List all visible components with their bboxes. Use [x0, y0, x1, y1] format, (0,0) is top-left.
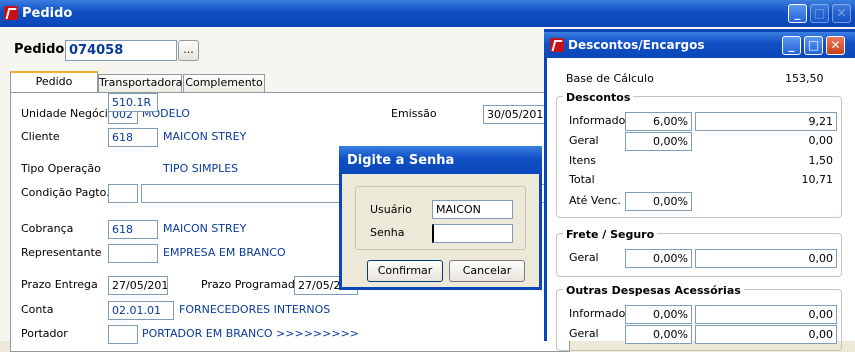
prazo-entrega-label: Prazo Entrega [21, 278, 98, 291]
password-dialog-title: Digite a Senha [347, 153, 455, 168]
main-window-title: Pedido [22, 6, 73, 21]
discounts-close-button[interactable]: ✕ [826, 36, 845, 55]
cancel-button[interactable]: Cancelar [449, 260, 525, 282]
tab-transportadora[interactable]: Transportadora [98, 74, 182, 92]
representante-label: Representante [21, 246, 102, 259]
discounts-maximize-button[interactable]: □ [804, 36, 823, 55]
desc-itens-label: Itens [569, 154, 597, 167]
prazo-entrega-field[interactable]: 27/05/2011 [108, 276, 168, 295]
cobranca-code-field[interactable]: 618 [108, 220, 158, 239]
emissao-label: Emissão [391, 107, 437, 120]
cobranca-name: MAICON STREY [163, 222, 247, 235]
prazo-programado-label: Prazo Programado [201, 278, 302, 291]
outras-geral-value-field[interactable]: 0,00 [695, 325, 837, 344]
desc-total-value: 10,71 [801, 173, 834, 186]
maximize-button: □ [810, 4, 829, 23]
condicao-pagto-code-field[interactable] [108, 184, 138, 203]
portador-name: PORTADOR EM BRANCO >>>>>>>>> [142, 327, 360, 340]
frete-geral-value-field[interactable]: 0,00 [695, 249, 837, 268]
desc-ate-venc-pct-field[interactable]: 0,00% [625, 192, 692, 211]
desc-geral-label: Geral [569, 134, 599, 147]
representante-name: EMPRESA EM BRANCO [163, 246, 286, 259]
discounts-window: Descontos/Encargos _ □ ✕ Base de Cálculo… [544, 29, 855, 351]
password-dialog: Digite a Senha Usuário MAICON Senha Conf… [339, 146, 542, 290]
usuario-label: Usuário [370, 203, 412, 216]
base-calculo-label: Base de Cálculo [566, 72, 654, 85]
pedido-lookup-button[interactable]: ... [178, 40, 199, 61]
tab-pedido[interactable]: Pedido [10, 71, 98, 93]
desc-informado-label: Informado [569, 114, 626, 127]
frete-title: Frete / Seguro [563, 228, 658, 242]
base-calculo-value: 153,50 [785, 72, 824, 85]
cliente-label: Cliente [21, 130, 60, 143]
frete-group: Frete / Seguro Geral 0,00% 0,00 [556, 228, 842, 277]
senha-label: Senha [370, 226, 405, 239]
pedido-number-field[interactable]: 074058 [65, 40, 177, 61]
descontos-group: Descontos Informado 6,00% 9,21 Geral 0,0… [556, 91, 842, 218]
discounts-title-bar[interactable]: Descontos/Encargos _ □ ✕ [544, 32, 855, 58]
tipo-operacao-name: TIPO SIMPLES [163, 162, 239, 175]
conta-label: Conta [21, 303, 54, 316]
app-icon [4, 6, 18, 20]
outras-despesas-title: Outras Despesas Acessórias [563, 284, 744, 298]
desc-itens-value: 1,50 [808, 154, 834, 167]
desc-ate-venc-label: Até Venc. [569, 194, 621, 207]
password-fields-group: Usuário MAICON Senha [355, 186, 526, 250]
discounts-app-icon [550, 38, 564, 52]
discounts-minimize-button[interactable]: _ [782, 36, 801, 55]
tipo-operacao-code-field[interactable]: 510.1R [108, 93, 158, 112]
pedido-label: Pedido [14, 42, 65, 57]
portador-label: Portador [21, 327, 68, 340]
password-dialog-title-bar[interactable]: Digite a Senha [339, 146, 542, 174]
tipo-operacao-label: Tipo Operação [21, 162, 101, 175]
portador-code-field[interactable] [108, 325, 138, 344]
representante-code-field[interactable] [108, 244, 158, 263]
frete-geral-label: Geral [569, 251, 599, 264]
outras-informado-label: Informado [569, 307, 626, 320]
outras-despesas-group: Outras Despesas Acessórias Informado 0,0… [556, 284, 842, 351]
cobranca-label: Cobrança [21, 222, 74, 235]
tab-complemento[interactable]: Complemento [183, 74, 265, 92]
cliente-name: MAICON STREY [163, 130, 247, 143]
outras-geral-pct-field[interactable]: 0,00% [625, 325, 692, 344]
cliente-code-field[interactable]: 618 [108, 128, 158, 147]
desc-geral-pct-field[interactable]: 0,00% [625, 132, 692, 151]
desc-informado-pct-field[interactable]: 6,00% [625, 112, 692, 131]
outras-geral-label: Geral [569, 327, 599, 340]
outras-informado-value-field[interactable]: 0,00 [695, 305, 837, 324]
confirm-button[interactable]: Confirmar [367, 260, 443, 282]
discounts-window-title: Descontos/Encargos [568, 38, 705, 52]
close-button: ✕ [832, 4, 851, 23]
frete-geral-pct-field[interactable]: 0,00% [625, 249, 692, 268]
main-title-bar[interactable]: Pedido _ □ ✕ [0, 0, 855, 27]
conta-code-field[interactable]: 02.01.01 [108, 301, 174, 320]
desc-geral-value: 0,00 [808, 134, 834, 147]
senha-field[interactable] [432, 224, 513, 243]
descontos-title: Descontos [563, 91, 634, 105]
desc-total-label: Total [569, 173, 595, 186]
condicao-pagto-label: Condição Pagto. [21, 186, 110, 199]
conta-name: FORNECEDORES INTERNOS [179, 303, 331, 316]
usuario-field[interactable]: MAICON [432, 200, 513, 219]
outras-informado-pct-field[interactable]: 0,00% [625, 305, 692, 324]
unidade-label: Unidade Negócio [21, 107, 115, 120]
desc-informado-value-field[interactable]: 9,21 [695, 112, 837, 131]
minimize-button[interactable]: _ [788, 4, 807, 23]
